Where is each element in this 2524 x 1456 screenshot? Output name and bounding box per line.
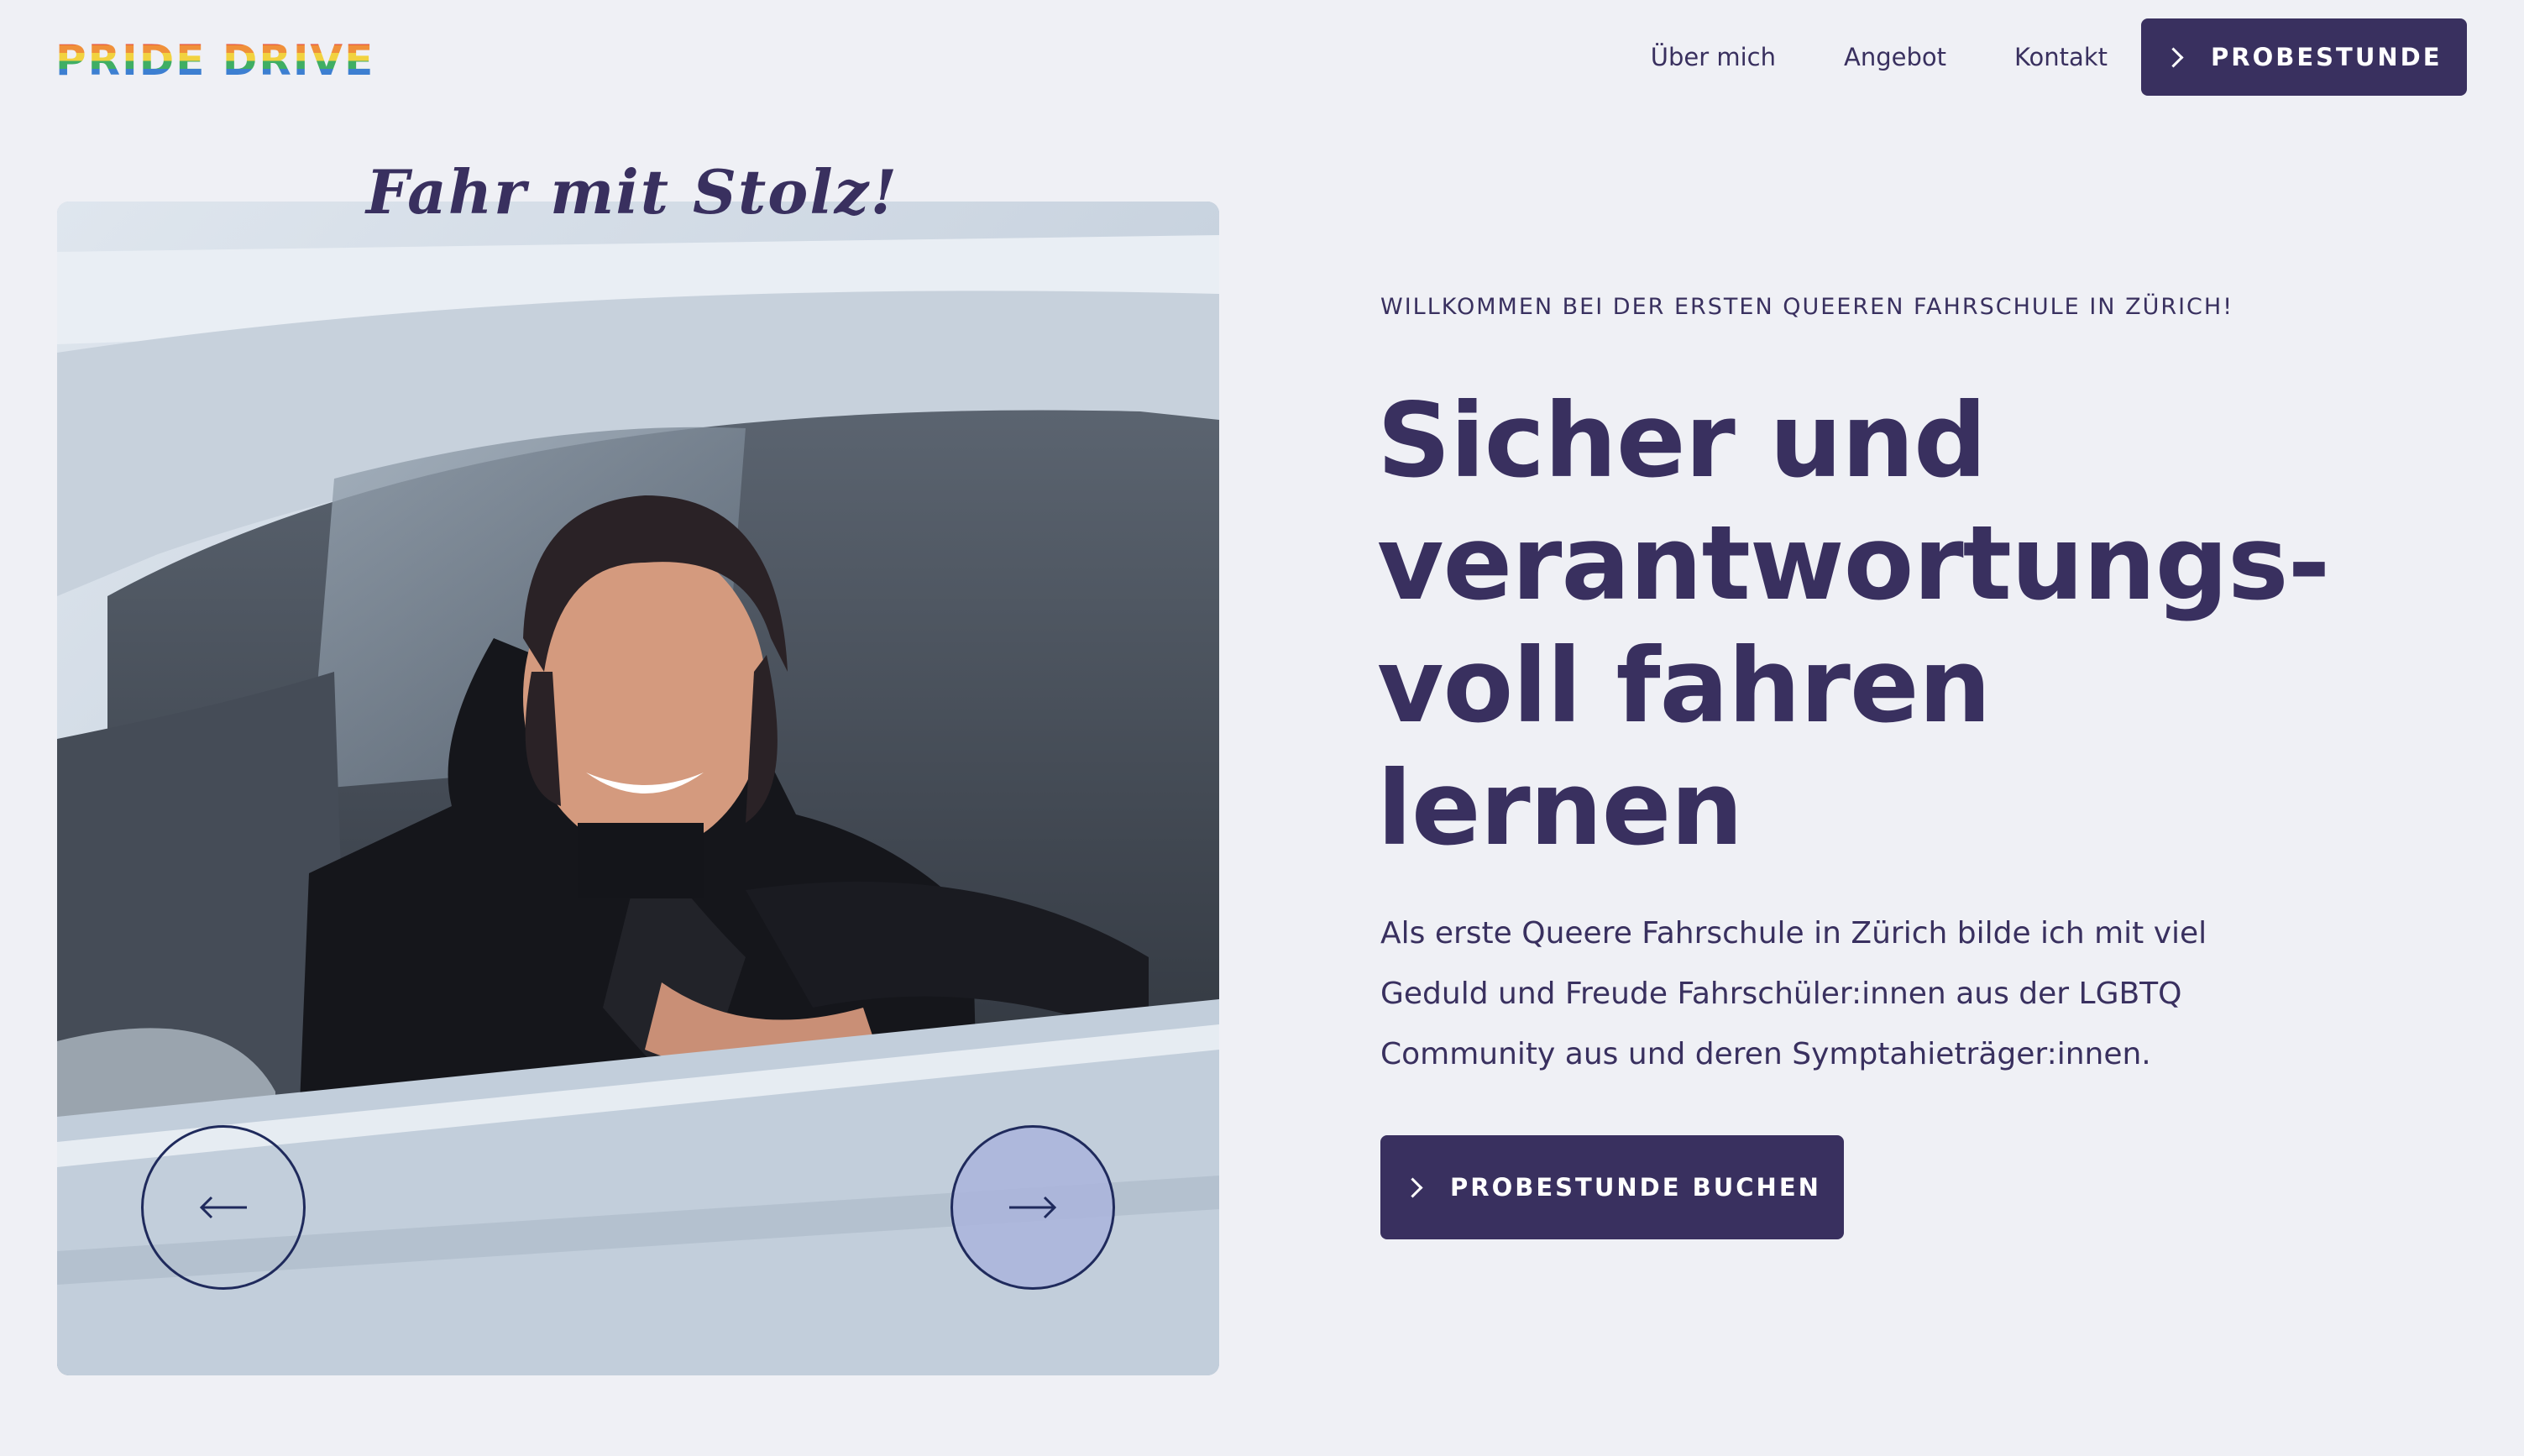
main-nav: Über mich Angebot Kontakt PROBESTUNDE <box>1651 18 2467 96</box>
nav-link-ueber-mich[interactable]: Über mich <box>1651 43 1776 71</box>
probestunde-button-label: PROBESTUNDE <box>2211 43 2443 71</box>
chevron-right-icon <box>2163 46 2184 68</box>
carousel-next-button[interactable] <box>950 1125 1115 1290</box>
nav-link-kontakt[interactable]: Kontakt <box>2014 43 2108 71</box>
welcome-eyebrow: WILLKOMMEN BEI DER ERSTEN QUEEREN FAHRSC… <box>1380 294 2234 320</box>
arrow-left-icon <box>199 1196 247 1219</box>
arrow-right-icon <box>1009 1196 1057 1219</box>
headline-line: Sicher und <box>1377 381 1987 500</box>
probestunde-buchen-button[interactable]: PROBESTUNDE BUCHEN <box>1380 1135 1844 1239</box>
headline-line: verantwortungs- <box>1377 504 2330 623</box>
nav-link-angebot[interactable]: Angebot <box>1844 43 1946 71</box>
hero-tagline: Fahr mit Stolz! <box>366 156 899 228</box>
chevron-right-icon <box>1402 1176 1423 1198</box>
probestunde-button[interactable]: PROBESTUNDE <box>2141 18 2467 96</box>
hero-headline: Sicher und verantwortungs- voll fahren l… <box>1377 380 2485 870</box>
probestunde-buchen-label: PROBESTUNDE BUCHEN <box>1450 1173 1821 1202</box>
carousel-prev-button[interactable] <box>141 1125 306 1290</box>
headline-line: voll fahren <box>1377 626 1991 746</box>
logo[interactable]: PRIDE DRIVE <box>55 37 374 84</box>
headline-line: lernen <box>1377 749 1743 868</box>
hero-description: Als erste Queere Fahrschule in Zürich bi… <box>1380 916 2207 1071</box>
